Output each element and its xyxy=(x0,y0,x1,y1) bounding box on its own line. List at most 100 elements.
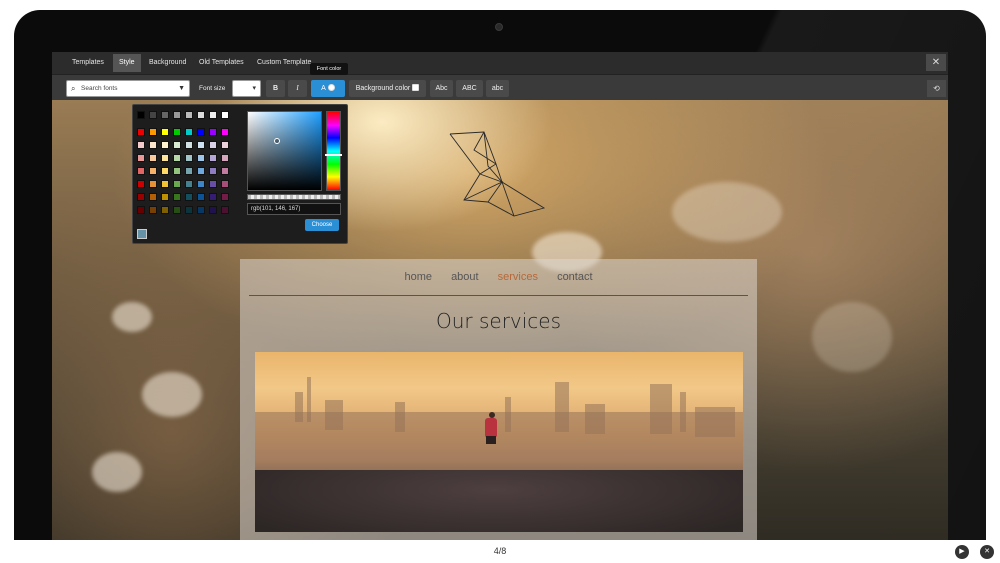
palette-swatch[interactable] xyxy=(197,167,205,175)
palette-swatch[interactable] xyxy=(209,111,217,119)
palette-swatch[interactable] xyxy=(161,154,169,162)
palette-swatch[interactable] xyxy=(149,206,157,214)
palette-swatch[interactable] xyxy=(149,180,157,188)
palette-swatch[interactable] xyxy=(209,180,217,188)
palette-swatch[interactable] xyxy=(137,193,145,201)
palette-swatch[interactable] xyxy=(221,141,229,149)
nav-link-home[interactable]: home xyxy=(404,271,432,283)
bold-button[interactable]: B xyxy=(266,80,285,97)
palette-swatch[interactable] xyxy=(221,206,229,214)
current-color-swatch[interactable] xyxy=(137,229,147,239)
palette-swatch[interactable] xyxy=(185,180,193,188)
hue-slider-handle[interactable] xyxy=(325,154,342,156)
palette-swatch[interactable] xyxy=(137,167,145,175)
refresh-button[interactable]: ⟲ xyxy=(927,80,946,97)
chevron-down-icon: ▼ xyxy=(178,85,185,92)
palette-swatch[interactable] xyxy=(197,128,205,136)
palette-swatch[interactable] xyxy=(197,111,205,119)
palette-swatch[interactable] xyxy=(137,111,145,119)
nav-link-services[interactable]: services xyxy=(498,271,538,283)
hue-slider[interactable] xyxy=(325,111,342,191)
palette-swatch[interactable] xyxy=(173,167,181,175)
palette-swatch[interactable] xyxy=(137,206,145,214)
background-color-button[interactable]: Background color xyxy=(349,80,426,97)
palette-swatch[interactable] xyxy=(209,167,217,175)
palette-swatch[interactable] xyxy=(173,154,181,162)
palette-swatch[interactable] xyxy=(197,193,205,201)
close-slideshow-button[interactable]: ✕ xyxy=(980,545,994,559)
palette-swatch[interactable] xyxy=(221,154,229,162)
palette-swatch[interactable] xyxy=(161,128,169,136)
palette-swatch[interactable] xyxy=(197,180,205,188)
palette-swatch[interactable] xyxy=(149,193,157,201)
palette-swatch[interactable] xyxy=(161,167,169,175)
palette-swatch[interactable] xyxy=(197,141,205,149)
palette-swatch[interactable] xyxy=(149,141,157,149)
palette-swatch[interactable] xyxy=(209,154,217,162)
rgb-value-input[interactable]: rgb(101, 146, 167) xyxy=(247,203,341,215)
palette-swatch[interactable] xyxy=(221,111,229,119)
palette-swatch[interactable] xyxy=(221,167,229,175)
palette-swatch[interactable] xyxy=(149,154,157,162)
tab-old-templates[interactable]: Old Templates xyxy=(193,54,250,72)
font-color-tooltip: Font color xyxy=(310,63,348,75)
palette-swatch[interactable] xyxy=(161,141,169,149)
palette-swatch[interactable] xyxy=(209,141,217,149)
tab-style[interactable]: Style xyxy=(113,54,141,72)
palette-swatch[interactable] xyxy=(137,180,145,188)
close-editor-button[interactable]: ✕ xyxy=(926,54,946,71)
nav-link-about[interactable]: about xyxy=(451,271,479,283)
case-title-button[interactable]: Abc xyxy=(430,80,453,97)
palette-swatch[interactable] xyxy=(173,180,181,188)
case-upper-button[interactable]: ABC xyxy=(456,80,483,97)
nav-link-contact[interactable]: contact xyxy=(557,271,592,283)
palette-swatch[interactable] xyxy=(209,128,217,136)
palette-swatch[interactable] xyxy=(209,193,217,201)
color-cursor[interactable] xyxy=(274,138,280,144)
palette-swatch[interactable] xyxy=(185,111,193,119)
palette-swatch[interactable] xyxy=(173,111,181,119)
palette-swatch[interactable] xyxy=(185,193,193,201)
play-button[interactable]: ▶ xyxy=(955,545,969,559)
palette-swatch[interactable] xyxy=(185,128,193,136)
refresh-icon: ⟲ xyxy=(933,84,940,93)
palette-swatch[interactable] xyxy=(173,193,181,201)
font-size-select[interactable]: ▾ xyxy=(232,80,261,97)
palette-swatch[interactable] xyxy=(185,206,193,214)
palette-swatch[interactable] xyxy=(161,193,169,201)
slide-counter: 4/8 xyxy=(493,546,507,556)
palette-swatch[interactable] xyxy=(161,111,169,119)
palette-swatch[interactable] xyxy=(197,206,205,214)
palette-swatch[interactable] xyxy=(173,141,181,149)
palette-swatch[interactable] xyxy=(221,180,229,188)
palette-swatch[interactable] xyxy=(209,206,217,214)
palette-swatch[interactable] xyxy=(137,154,145,162)
palette-swatch[interactable] xyxy=(149,111,157,119)
tab-templates[interactable]: Templates xyxy=(66,54,110,72)
palette-swatch[interactable] xyxy=(161,206,169,214)
font-color-label: A xyxy=(321,85,326,92)
alpha-slider[interactable] xyxy=(247,194,341,200)
palette-swatch[interactable] xyxy=(221,193,229,201)
palette-swatch[interactable] xyxy=(173,128,181,136)
palette-swatch[interactable] xyxy=(185,154,193,162)
background-color-label: Background color xyxy=(355,85,411,92)
italic-button[interactable]: I xyxy=(288,80,307,97)
tab-background[interactable]: Background xyxy=(143,54,192,72)
font-color-button[interactable]: A xyxy=(311,80,345,97)
palette-swatch[interactable] xyxy=(185,167,193,175)
palette-swatch[interactable] xyxy=(137,128,145,136)
palette-swatch[interactable] xyxy=(197,154,205,162)
palette-swatch[interactable] xyxy=(221,128,229,136)
case-lower-button[interactable]: abc xyxy=(486,80,509,97)
palette-swatch[interactable] xyxy=(161,180,169,188)
saturation-value-area[interactable] xyxy=(247,111,322,191)
choose-button[interactable]: Choose xyxy=(305,219,339,231)
font-search-select[interactable]: ⌕ Search fonts ▼ xyxy=(66,80,190,97)
palette-swatch[interactable] xyxy=(149,128,157,136)
palette-swatch[interactable] xyxy=(173,206,181,214)
palette-swatch[interactable] xyxy=(149,167,157,175)
palette-swatch[interactable] xyxy=(185,141,193,149)
tab-custom-template[interactable]: Custom Template xyxy=(251,54,317,72)
palette-swatch[interactable] xyxy=(137,141,145,149)
